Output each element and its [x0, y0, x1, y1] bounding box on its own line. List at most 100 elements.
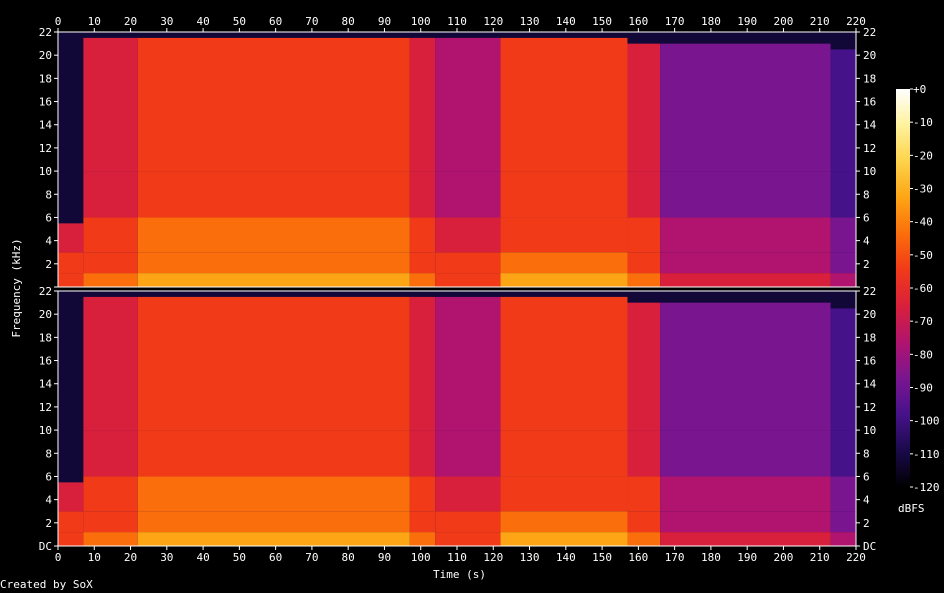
spectrogram-window: { "chart_data": { "type": "heatmap", "ti… [0, 0, 944, 593]
spectrogram-cell [627, 171, 661, 218]
spectrogram-cell [83, 291, 138, 297]
y-tick-label: 18 [39, 331, 52, 344]
spectrogram-cell [83, 217, 138, 253]
spectrogram-cell [137, 217, 410, 253]
spectrogram-cell [58, 532, 84, 546]
spectrogram-cell [435, 296, 501, 431]
spectrogram-cell [627, 476, 661, 512]
x-tick-label: 110 [447, 551, 467, 564]
x-tick-label: 10 [88, 551, 101, 564]
spectrogram-cell [137, 532, 410, 546]
x-tick-label: 90 [378, 15, 391, 28]
x-tick-label: 50 [233, 551, 246, 564]
colorbar-tick-label: -110 [913, 448, 940, 461]
colorbar-tick-label: -70 [913, 315, 933, 328]
spectrogram-cell [830, 308, 856, 431]
spectrogram-cell [435, 171, 501, 218]
spectrogram-cell [83, 171, 138, 218]
x-tick-label: 220 [846, 15, 866, 28]
y-tick-label: 6 [863, 470, 870, 483]
y-tick-label: 12 [39, 142, 52, 155]
spectrogram-cell [660, 43, 831, 172]
y-tick-label: 18 [863, 331, 876, 344]
x-tick-label: 30 [160, 551, 173, 564]
spectrogram-cell [660, 302, 831, 431]
spectrogram-cell [58, 511, 84, 533]
spectrogram-cell [435, 511, 501, 533]
x-tick-label: 180 [701, 15, 721, 28]
x-tick-label: 190 [737, 15, 757, 28]
spectrogram-cell [58, 32, 84, 224]
colorbar-tick-label: -90 [913, 382, 933, 395]
spectrogram-cell [830, 511, 856, 533]
spectrogram-cell [830, 273, 856, 287]
x-tick-label: 60 [269, 15, 282, 28]
spectrogram-cell [58, 291, 84, 483]
spectrogram-cell [83, 37, 138, 172]
spectrogram-cell [409, 532, 436, 546]
x-tick-label: 80 [342, 15, 355, 28]
spectrogram-cell [137, 296, 410, 431]
x-tick-label: 0 [55, 551, 62, 564]
spectrogram-cell [435, 217, 501, 253]
x-tick-label: 60 [269, 551, 282, 564]
channel-1-plot [58, 32, 856, 287]
y-tick-label: 18 [39, 72, 52, 85]
spectrogram-cell [500, 32, 628, 38]
y-tick-label: 4 [863, 235, 870, 248]
spectrogram-cell [500, 291, 628, 297]
spectrogram-cell [830, 291, 856, 309]
y-tick-label: 8 [45, 188, 52, 201]
spectrogram-cell [137, 476, 410, 512]
y-tick-label: 4 [863, 494, 870, 507]
spectrogram-cell [137, 291, 410, 297]
spectrogram-cell [660, 291, 831, 303]
spectrogram-cell [500, 37, 628, 172]
spectrogram-cell [500, 532, 628, 546]
y-tick-label: 6 [45, 470, 52, 483]
spectrogram-cell [627, 511, 661, 533]
spectrogram-cell [830, 252, 856, 274]
colorbar-tick-label: -10 [913, 116, 933, 129]
spectrogram-cell [627, 43, 661, 172]
y-tick-label: 20 [39, 308, 52, 321]
x-tick-label: 160 [628, 551, 648, 564]
y-tick-label: 2 [45, 517, 52, 530]
y-tick-label: 6 [45, 211, 52, 224]
spectrogram-cell [500, 511, 628, 533]
colorbar [896, 89, 910, 487]
x-tick-label: 100 [411, 15, 431, 28]
spectrogram-cell [627, 532, 661, 546]
x-tick-label: 210 [810, 15, 830, 28]
x-tick-label: 20 [124, 551, 137, 564]
spectrogram-cell [83, 476, 138, 512]
x-tick-label: 70 [305, 15, 318, 28]
spectrogram-cell [409, 273, 436, 287]
x-tick-label: 110 [447, 15, 467, 28]
x-tick-label: 0 [55, 15, 62, 28]
x-tick-label: 180 [701, 551, 721, 564]
y-tick-label: 14 [39, 378, 53, 391]
credit-text: Created by SoX [0, 578, 93, 591]
spectrogram-cell [627, 273, 661, 287]
y-tick-label: 16 [863, 96, 876, 109]
spectrogram-cell [137, 252, 410, 274]
spectrogram-cell [58, 482, 84, 512]
x-tick-label: 120 [483, 15, 503, 28]
x-tick-label: 90 [378, 551, 391, 564]
x-tick-label: 70 [305, 551, 318, 564]
spectrogram-cell [58, 223, 84, 253]
y-tick-label: 12 [39, 401, 52, 414]
y-tick-label: 16 [39, 96, 52, 109]
spectrogram-cell [83, 273, 138, 287]
spectrogram-cell [409, 511, 436, 533]
spectrogram-cell [627, 252, 661, 274]
spectrogram-cell [83, 430, 138, 477]
spectrogram-cell [660, 32, 831, 44]
y-tick-label: 10 [39, 165, 52, 178]
spectrogram-cell [500, 296, 628, 431]
spectrogram-cell [137, 511, 410, 533]
colorbar-tick-label: -50 [913, 249, 933, 262]
y-tick-label: 20 [863, 308, 876, 321]
colorbar-unit: dBFS [898, 502, 925, 515]
